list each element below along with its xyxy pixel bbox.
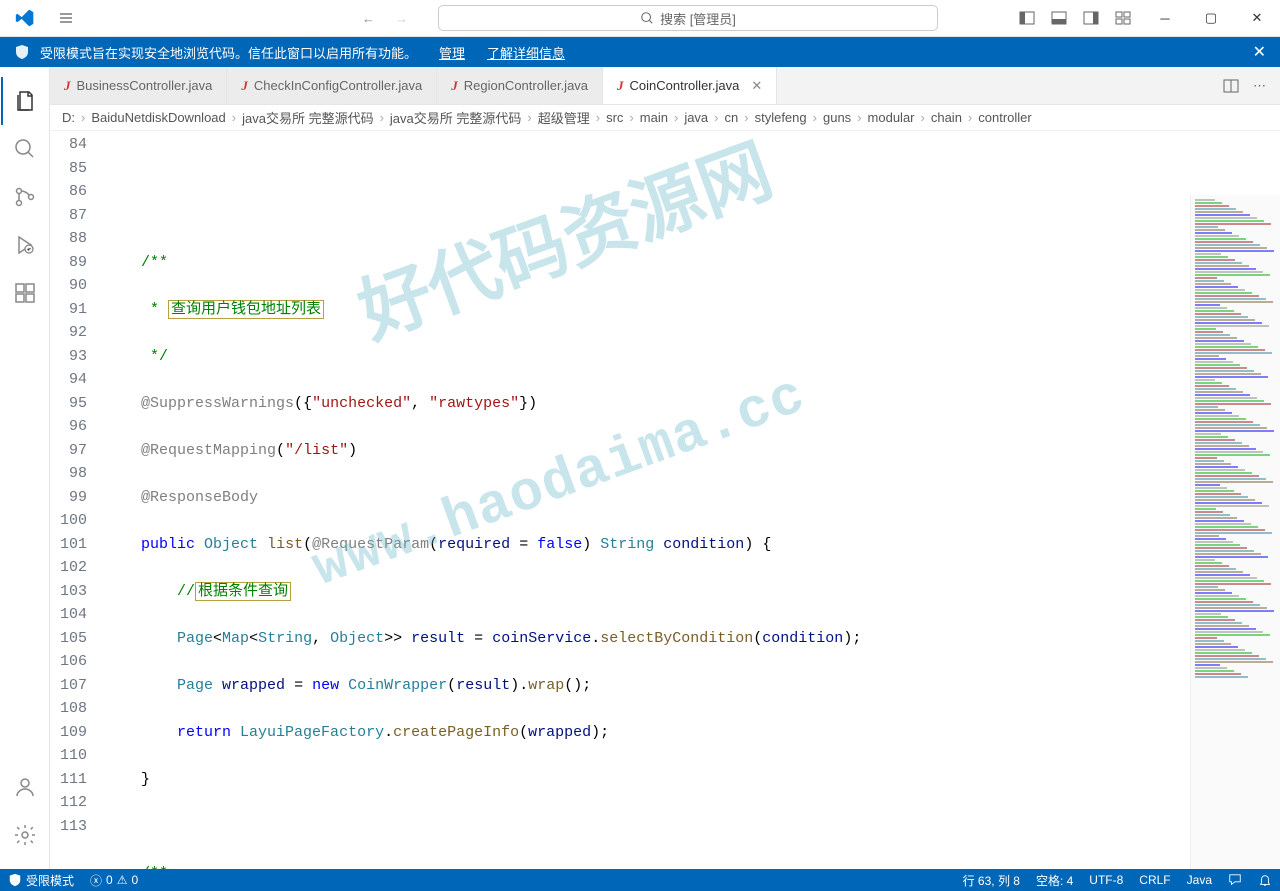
- breadcrumb[interactable]: D:›BaiduNetdiskDownload›java交易所 完整源代码›ja…: [50, 105, 1280, 131]
- layout-right-icon[interactable]: [1082, 10, 1100, 26]
- window-close-icon[interactable]: ✕: [1234, 0, 1280, 37]
- java-file-icon: J: [617, 78, 624, 94]
- error-icon: ⓧ: [90, 872, 102, 889]
- nav-back-icon[interactable]: ←: [362, 11, 375, 26]
- status-problems[interactable]: ⓧ0 ⚠0: [82, 872, 146, 889]
- titlebar: ← → 搜索 [管理员] ─ ▢ ✕: [0, 0, 1280, 37]
- search-icon[interactable]: [1, 125, 49, 173]
- gear-icon[interactable]: [1, 811, 49, 859]
- java-file-icon: J: [241, 78, 248, 94]
- extensions-icon[interactable]: [1, 269, 49, 317]
- code-content[interactable]: /** * 查询用户钱包地址列表 */ @SuppressWarnings({"…: [105, 131, 1280, 869]
- warning-icon: ⚠: [117, 873, 128, 887]
- tab-business-controller[interactable]: JBusinessController.java: [50, 67, 227, 104]
- search-placeholder: 搜索 [管理员]: [660, 9, 736, 28]
- notifications-icon[interactable]: [1250, 872, 1280, 889]
- tab-coin-controller[interactable]: JCoinController.java✕: [603, 67, 777, 104]
- nav-forward-icon[interactable]: →: [395, 11, 408, 26]
- status-restricted-mode[interactable]: 受限模式: [0, 872, 82, 889]
- split-editor-icon[interactable]: [1223, 78, 1239, 94]
- tab-checkin-config-controller[interactable]: JCheckInConfigController.java: [227, 67, 437, 104]
- status-language[interactable]: Java: [1179, 872, 1220, 889]
- account-icon[interactable]: [1, 763, 49, 811]
- editor-area: JBusinessController.java JCheckInConfigC…: [50, 67, 1280, 869]
- code-editor[interactable]: 好代码资源网 www.haodaima.cc 84858687888990919…: [50, 131, 1280, 869]
- status-encoding[interactable]: UTF-8: [1081, 872, 1131, 889]
- shield-icon: [14, 44, 30, 60]
- banner-message: 受限模式旨在实现安全地浏览代码。信任此窗口以启用所有功能。: [40, 43, 417, 62]
- activity-bar: [0, 67, 50, 869]
- source-control-icon[interactable]: [1, 173, 49, 221]
- java-file-icon: J: [451, 78, 458, 94]
- java-file-icon: J: [64, 78, 71, 94]
- banner-manage-link[interactable]: 管理: [439, 43, 465, 62]
- restricted-mode-banner: 受限模式旨在实现安全地浏览代码。信任此窗口以启用所有功能。 管理 了解详细信息 …: [0, 37, 1280, 67]
- search-input[interactable]: 搜索 [管理员]: [438, 5, 938, 31]
- run-debug-icon[interactable]: [1, 221, 49, 269]
- close-icon[interactable]: ✕: [1253, 42, 1266, 62]
- status-eol[interactable]: CRLF: [1131, 872, 1178, 889]
- statusbar: 受限模式 ⓧ0 ⚠0 行 63, 列 8 空格: 4 UTF-8 CRLF Ja…: [0, 869, 1280, 891]
- close-icon[interactable]: ✕: [751, 78, 762, 94]
- window-minimize-icon[interactable]: ─: [1142, 0, 1188, 37]
- line-numbers: 8485868788899091929394959697989910010110…: [50, 131, 105, 869]
- layout-left-icon[interactable]: [1018, 10, 1036, 26]
- feedback-icon[interactable]: [1220, 872, 1250, 889]
- banner-learn-more-link[interactable]: 了解详细信息: [487, 43, 565, 62]
- status-indentation[interactable]: 空格: 4: [1028, 872, 1081, 889]
- status-cursor-position[interactable]: 行 63, 列 8: [955, 872, 1028, 889]
- menu-icon[interactable]: [50, 6, 82, 30]
- tabs: JBusinessController.java JCheckInConfigC…: [50, 67, 1280, 105]
- layout-bottom-icon[interactable]: [1050, 10, 1068, 26]
- vscode-logo-icon: [0, 8, 50, 28]
- more-actions-icon[interactable]: ⋯: [1253, 78, 1266, 94]
- minimap[interactable]: [1190, 195, 1280, 869]
- tab-region-controller[interactable]: JRegionController.java: [437, 67, 603, 104]
- window-maximize-icon[interactable]: ▢: [1188, 0, 1234, 37]
- explorer-icon[interactable]: [1, 77, 49, 125]
- layout-customize-icon[interactable]: [1114, 10, 1132, 26]
